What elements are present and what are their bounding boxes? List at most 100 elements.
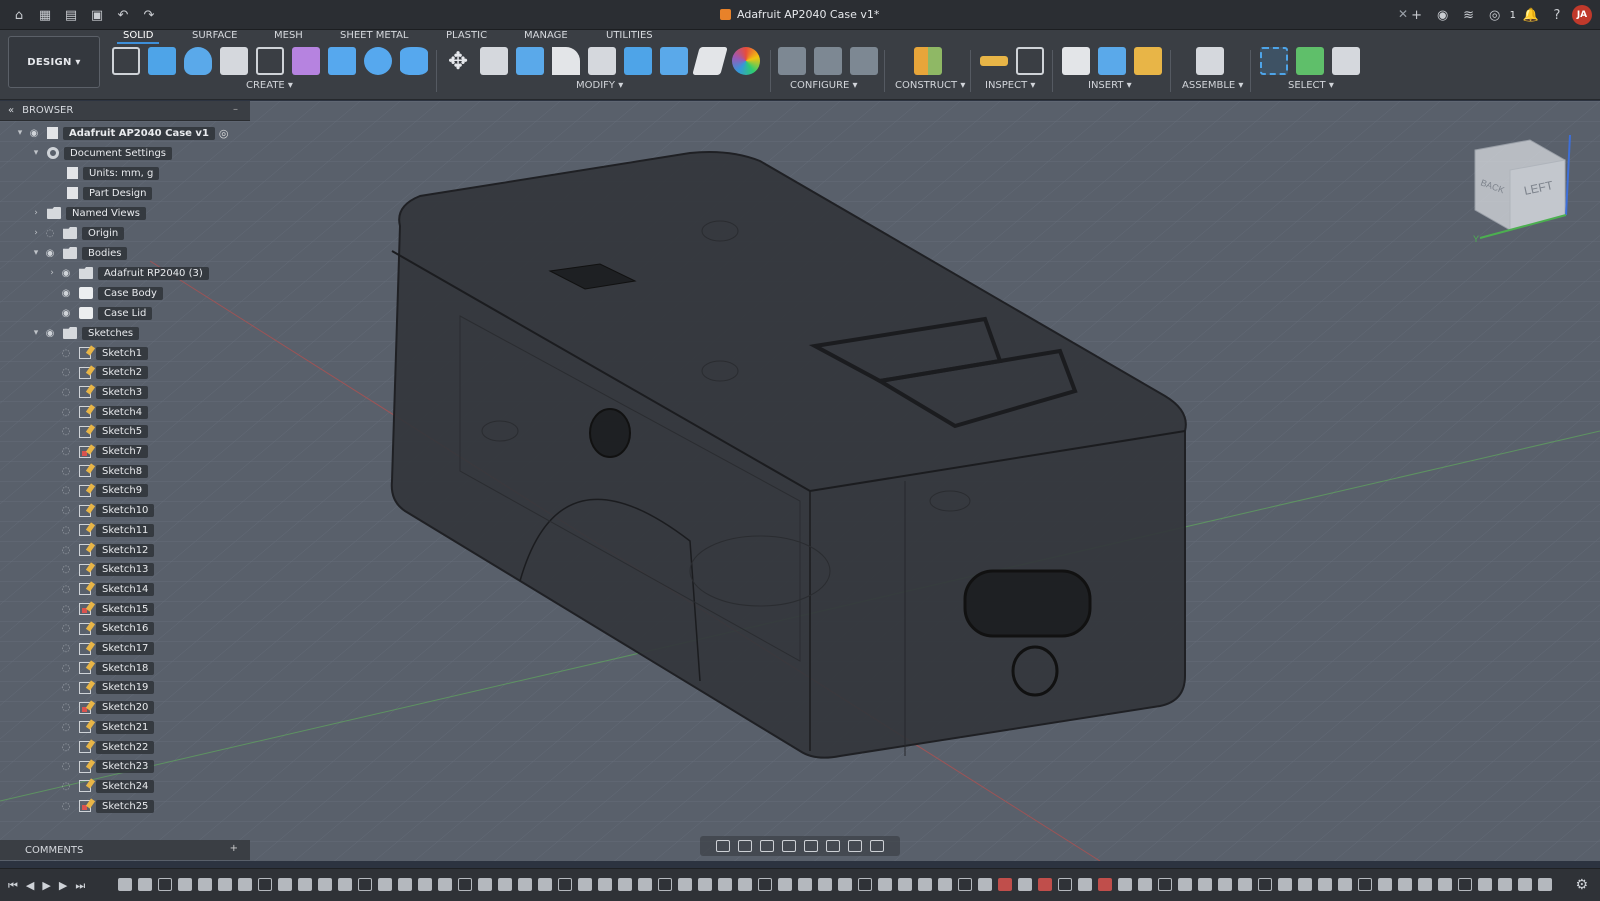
timeline-feature[interactable] <box>278 878 292 891</box>
tree-sketch-item[interactable]: ◌ Sketch3 <box>58 383 149 401</box>
revolve-icon[interactable] <box>184 47 212 75</box>
timeline-feature[interactable] <box>718 878 732 891</box>
tree-sketch-item[interactable]: ◌ Sketch8 <box>58 462 149 480</box>
tree-part-design[interactable]: Part Design <box>62 184 153 202</box>
tree-sketch-item[interactable]: ◌ Sketch25 <box>58 797 155 815</box>
eye-icon[interactable]: ◉ <box>42 328 58 339</box>
go-to-end-icon[interactable]: ⏭ <box>75 879 85 893</box>
tab-solid[interactable]: SOLID <box>117 30 160 44</box>
appearance-icon[interactable] <box>732 47 760 75</box>
timeline-feature[interactable] <box>458 878 472 891</box>
timeline-feature[interactable] <box>558 878 572 891</box>
sphere-icon[interactable] <box>364 47 392 75</box>
extensions-icon[interactable]: ◉ <box>1432 5 1454 25</box>
redo-icon[interactable]: ↷ <box>138 5 160 25</box>
timeline-feature[interactable] <box>1258 878 1272 891</box>
timeline-feature[interactable] <box>1458 878 1472 891</box>
tab-surface[interactable]: SURFACE <box>186 30 243 44</box>
timeline-feature[interactable] <box>1298 878 1312 891</box>
offset-plane-icon[interactable] <box>914 47 942 75</box>
play-icon[interactable]: ▶ <box>42 879 50 893</box>
tree-body-item[interactable]: ◉ Case Lid <box>58 304 153 322</box>
chevron-right-icon[interactable]: › <box>30 208 42 218</box>
timeline-feature[interactable] <box>1338 878 1352 891</box>
tree-document-settings[interactable]: ▾ Document Settings <box>30 144 173 162</box>
timeline-feature[interactable] <box>598 878 612 891</box>
eye-hidden-icon[interactable]: ◌ <box>58 623 74 634</box>
section-analysis-icon[interactable] <box>1016 47 1044 75</box>
timeline-feature[interactable] <box>358 878 372 891</box>
chevron-down-icon[interactable]: ▾ <box>14 128 26 138</box>
chevron-right-icon[interactable]: › <box>46 268 58 278</box>
tab-manage[interactable]: MANAGE <box>518 30 574 44</box>
configure-table-icon[interactable] <box>778 47 806 75</box>
press-pull-icon[interactable] <box>480 47 508 75</box>
assemble-menu[interactable]: ASSEMBLE ▾ <box>1182 80 1243 91</box>
timeline-feature[interactable] <box>1358 878 1372 891</box>
eye-hidden-icon[interactable]: ◌ <box>58 801 74 812</box>
new-component-icon[interactable] <box>1196 47 1224 75</box>
select-menu[interactable]: SELECT ▾ <box>1288 80 1334 91</box>
timeline-feature[interactable] <box>958 878 972 891</box>
tree-sketch-item[interactable]: ◌ Sketch22 <box>58 738 155 756</box>
fillet-icon[interactable] <box>516 47 544 75</box>
add-comment-icon[interactable]: + <box>230 843 238 854</box>
tree-sketch-item[interactable]: ◌ Sketch15 <box>58 600 155 618</box>
eye-hidden-icon[interactable]: ◌ <box>58 387 74 398</box>
timeline-feature[interactable] <box>378 878 392 891</box>
eye-hidden-icon[interactable]: ◌ <box>58 604 74 615</box>
timeline-feature[interactable] <box>918 878 932 891</box>
timeline-feature[interactable] <box>978 878 992 891</box>
eye-icon[interactable]: ◉ <box>58 268 74 279</box>
tree-sketch-item[interactable]: ◌ Sketch5 <box>58 423 149 441</box>
timeline-feature[interactable] <box>998 878 1012 891</box>
timeline-feature[interactable] <box>1198 878 1212 891</box>
tree-sketch-item[interactable]: ◌ Sketch24 <box>58 777 155 795</box>
timeline-feature[interactable] <box>518 878 532 891</box>
construct-menu[interactable]: CONSTRUCT ▾ <box>895 80 965 91</box>
extrude-icon[interactable] <box>148 47 176 75</box>
timeline-feature[interactable] <box>258 878 272 891</box>
online-status-icon[interactable]: ◎ <box>1484 5 1506 25</box>
pan-icon[interactable] <box>760 840 774 852</box>
save-icon[interactable]: ▣ <box>86 5 108 25</box>
eye-icon[interactable]: ◉ <box>42 248 58 259</box>
tree-units[interactable]: Units: mm, g <box>62 164 160 182</box>
tree-sketch-item[interactable]: ◌ Sketch17 <box>58 640 155 658</box>
eye-icon[interactable]: ◉ <box>26 128 42 139</box>
select-icon[interactable] <box>1260 47 1288 75</box>
step-forward-icon[interactable]: ▶ <box>59 879 67 893</box>
timeline-feature[interactable] <box>1158 878 1172 891</box>
scale-icon[interactable] <box>692 47 728 75</box>
timeline-feature[interactable] <box>398 878 412 891</box>
tree-sketch-item[interactable]: ◌ Sketch4 <box>58 403 149 421</box>
timeline-feature[interactable] <box>478 878 492 891</box>
tree-named-views[interactable]: › Named Views <box>30 204 146 222</box>
eye-hidden-icon[interactable]: ◌ <box>58 407 74 418</box>
fit-icon[interactable] <box>804 840 818 852</box>
timeline-feature[interactable] <box>178 878 192 891</box>
tree-sketch-item[interactable]: ◌ Sketch14 <box>58 580 155 598</box>
timeline-feature[interactable] <box>838 878 852 891</box>
help-icon[interactable]: ? <box>1546 5 1568 25</box>
timeline-feature[interactable] <box>1398 878 1412 891</box>
timeline-feature[interactable] <box>1478 878 1492 891</box>
document-tab[interactable]: Adafruit AP2040 Case v1* <box>720 8 879 21</box>
modify-menu[interactable]: MODIFY ▾ <box>576 80 623 91</box>
sweep-icon[interactable] <box>220 47 248 75</box>
timeline-feature[interactable] <box>938 878 952 891</box>
activate-icon[interactable]: ◎ <box>219 127 229 140</box>
tree-body-item[interactable]: ◉ Case Body <box>58 284 163 302</box>
timeline-feature[interactable] <box>198 878 212 891</box>
go-to-start-icon[interactable]: ⏮ <box>8 879 18 893</box>
eye-hidden-icon[interactable]: ◌ <box>58 466 74 477</box>
timeline-feature[interactable] <box>898 878 912 891</box>
eye-hidden-icon[interactable]: ◌ <box>58 682 74 693</box>
eye-hidden-icon[interactable]: ◌ <box>58 485 74 496</box>
tree-sketch-item[interactable]: ◌ Sketch19 <box>58 679 155 697</box>
browser-toggle-icon[interactable]: « <box>8 105 14 116</box>
eye-hidden-icon[interactable]: ◌ <box>58 348 74 359</box>
job-status-icon[interactable]: ≋ <box>1458 5 1480 25</box>
timeline-feature[interactable] <box>1318 878 1332 891</box>
display-settings-icon[interactable] <box>826 840 840 852</box>
